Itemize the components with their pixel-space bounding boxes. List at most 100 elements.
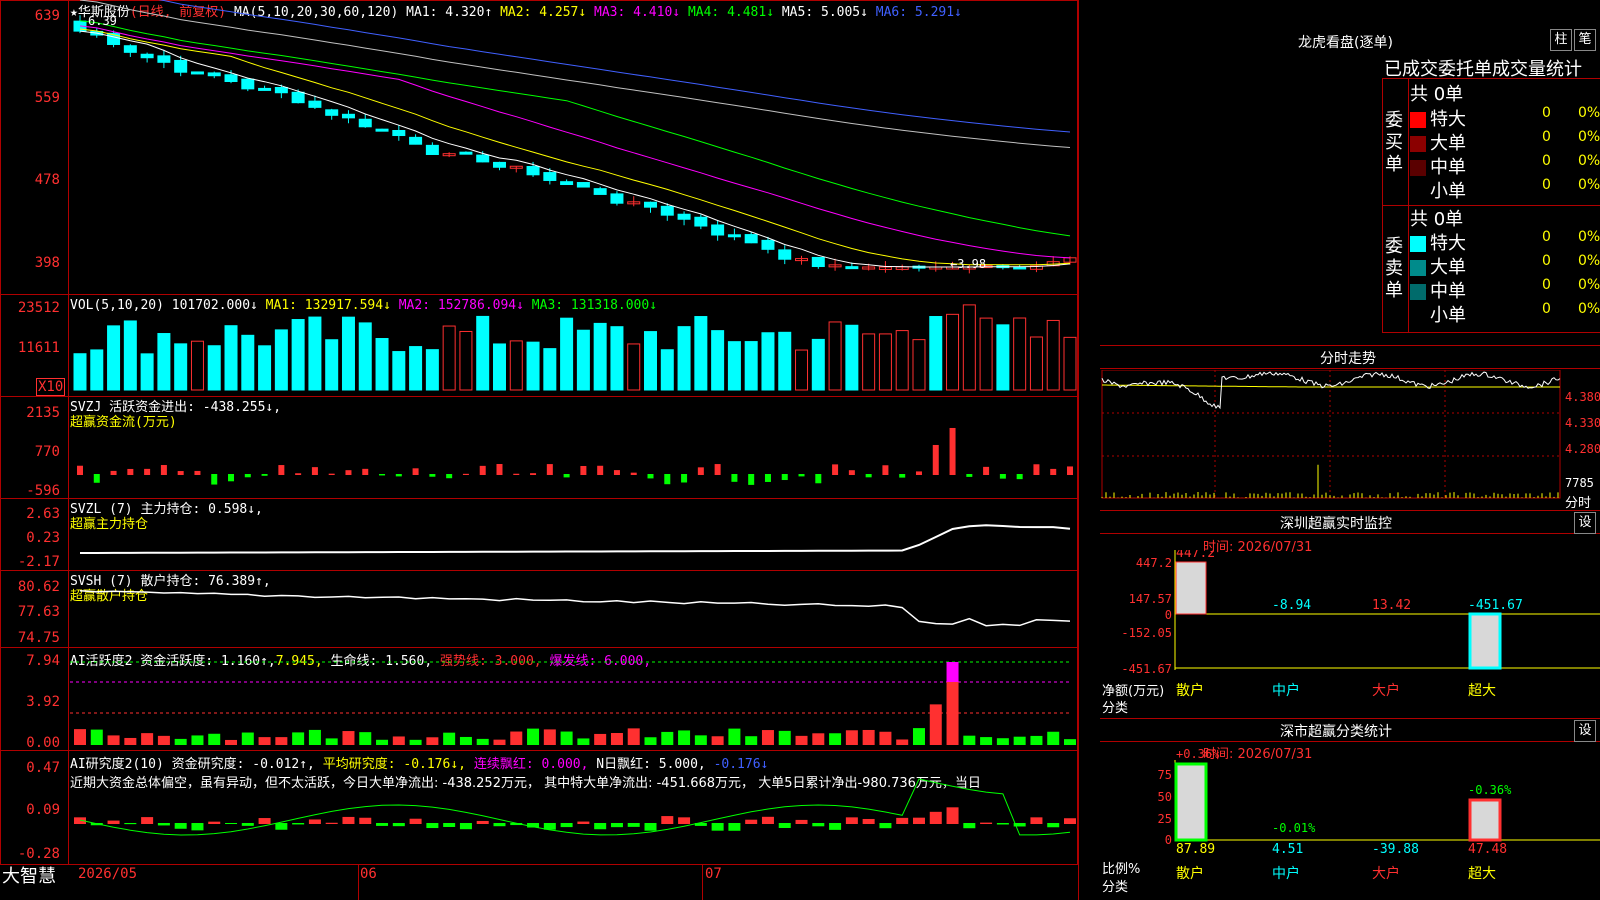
research-bar (325, 822, 338, 824)
cls-tick: 50 (1158, 790, 1172, 804)
stats-row-pct: 0% (1578, 129, 1600, 145)
research-bar (845, 817, 858, 824)
volume-bar (811, 338, 825, 391)
volume-bar (459, 330, 473, 391)
lhb-title: 龙虎看盘(逐单) (1298, 35, 1393, 51)
fund-bar (127, 468, 134, 475)
activity-bar (208, 733, 221, 745)
volume-bar (492, 343, 506, 391)
volume-bar (90, 349, 104, 391)
volume-bar (895, 330, 909, 391)
volume-bar (123, 320, 137, 391)
fund-bar (479, 465, 486, 475)
volume-bar (576, 329, 590, 391)
research-bar (946, 807, 959, 824)
candle-body (375, 128, 389, 132)
cls-value-label: 4.51 (1272, 842, 1303, 857)
intraday-frame (1101, 370, 1561, 499)
research-bar (174, 823, 187, 829)
activity-bar (711, 736, 724, 745)
research-bar (409, 818, 422, 824)
volume-bar (174, 343, 188, 391)
activity-bar (359, 732, 372, 745)
fund-bar (681, 474, 688, 483)
research-bar (359, 817, 372, 824)
volume-bar (425, 349, 439, 391)
cls-tick: 75 (1158, 768, 1172, 782)
volume-bar (207, 345, 221, 391)
research-avg-line (79, 778, 1071, 836)
cls-change-label: -0.01% (1272, 821, 1316, 835)
fund-bar (697, 467, 704, 475)
research-bar (191, 823, 204, 831)
sz-category: 中户 (1272, 682, 1300, 699)
sz-monitor-chart: 447.2 147.57 0 -152.05 -451.67 447.2 -8.94 13.4… (1121, 550, 1600, 699)
cls-category: 散户 (1176, 865, 1204, 882)
fund-bar (446, 474, 453, 479)
volume-bar (660, 349, 674, 391)
volume-bar (341, 316, 355, 391)
kline-chart-canvas: 6.39 ←3.98 (70, 0, 1077, 836)
activity-bar (1064, 739, 1076, 745)
stats-row-label: 中单 (1430, 281, 1466, 302)
research-bar (627, 823, 640, 827)
cls-settings-button[interactable]: 设 (1574, 720, 1596, 742)
fund-bar (194, 470, 201, 475)
ma-line (79, 28, 1071, 266)
research-bar (879, 823, 892, 829)
stats-row-pct: 0% (1578, 105, 1600, 121)
candle-body (174, 59, 188, 73)
volume-bar (644, 331, 658, 391)
fund-bar (731, 474, 738, 482)
activity-bar (459, 736, 472, 745)
color-swatch (1410, 260, 1426, 276)
fund-bar (882, 465, 889, 475)
volume-bar (627, 343, 641, 391)
bar-view-button[interactable]: 柱 (1550, 29, 1572, 51)
volume-bar (593, 322, 607, 391)
activity-bar (661, 731, 674, 745)
research-bar (711, 823, 724, 831)
stats-row: 特大 (1410, 229, 1466, 255)
candle-body (543, 172, 557, 181)
research-bar (258, 818, 271, 824)
activity-bar (292, 732, 305, 745)
volume-bar (258, 345, 272, 391)
fund-bar (160, 465, 167, 475)
fund-bar (395, 474, 402, 477)
volume-bar (308, 316, 322, 391)
cls-tick: 0 (1165, 833, 1172, 847)
sell-side-label: 委卖单 (1385, 236, 1403, 301)
volume-bar (1046, 319, 1060, 391)
research-bar (610, 823, 623, 828)
research-bar (443, 823, 456, 827)
research-bar (459, 823, 472, 830)
stats-row-pct: 0% (1578, 301, 1600, 317)
candle-body (744, 234, 758, 244)
candle-body (157, 55, 171, 63)
candle-body (459, 151, 473, 155)
app-logo[interactable]: 大智慧 (2, 862, 56, 888)
sz-settings-button[interactable]: 设 (1574, 512, 1596, 534)
color-swatch (1410, 136, 1426, 152)
candle-body (1013, 266, 1027, 270)
volume-bar (409, 346, 423, 391)
activity-bar (778, 730, 791, 745)
volume-bar (190, 340, 204, 391)
activity-bar (829, 733, 842, 745)
activity-bar (1030, 735, 1043, 745)
stats-row-label: 中单 (1430, 157, 1466, 178)
fund-bar (580, 465, 587, 475)
stats-row-count: 0 (1542, 277, 1551, 293)
volume-bar (744, 341, 758, 391)
candle-body (727, 234, 741, 238)
research-bar (1064, 818, 1076, 824)
activity-bar (912, 728, 925, 745)
tick-view-button[interactable]: 笔 (1574, 29, 1596, 51)
cls-stats-chart: 75 50 25 0 +0.36% -0.01% -0.36% 87.89 4.51 -39.88… (1158, 747, 1600, 882)
fund-bar (848, 470, 855, 475)
date-label: 07 (705, 866, 722, 882)
activity-bar (980, 737, 993, 745)
fund-bar (496, 464, 503, 475)
activity-bar (812, 733, 825, 745)
